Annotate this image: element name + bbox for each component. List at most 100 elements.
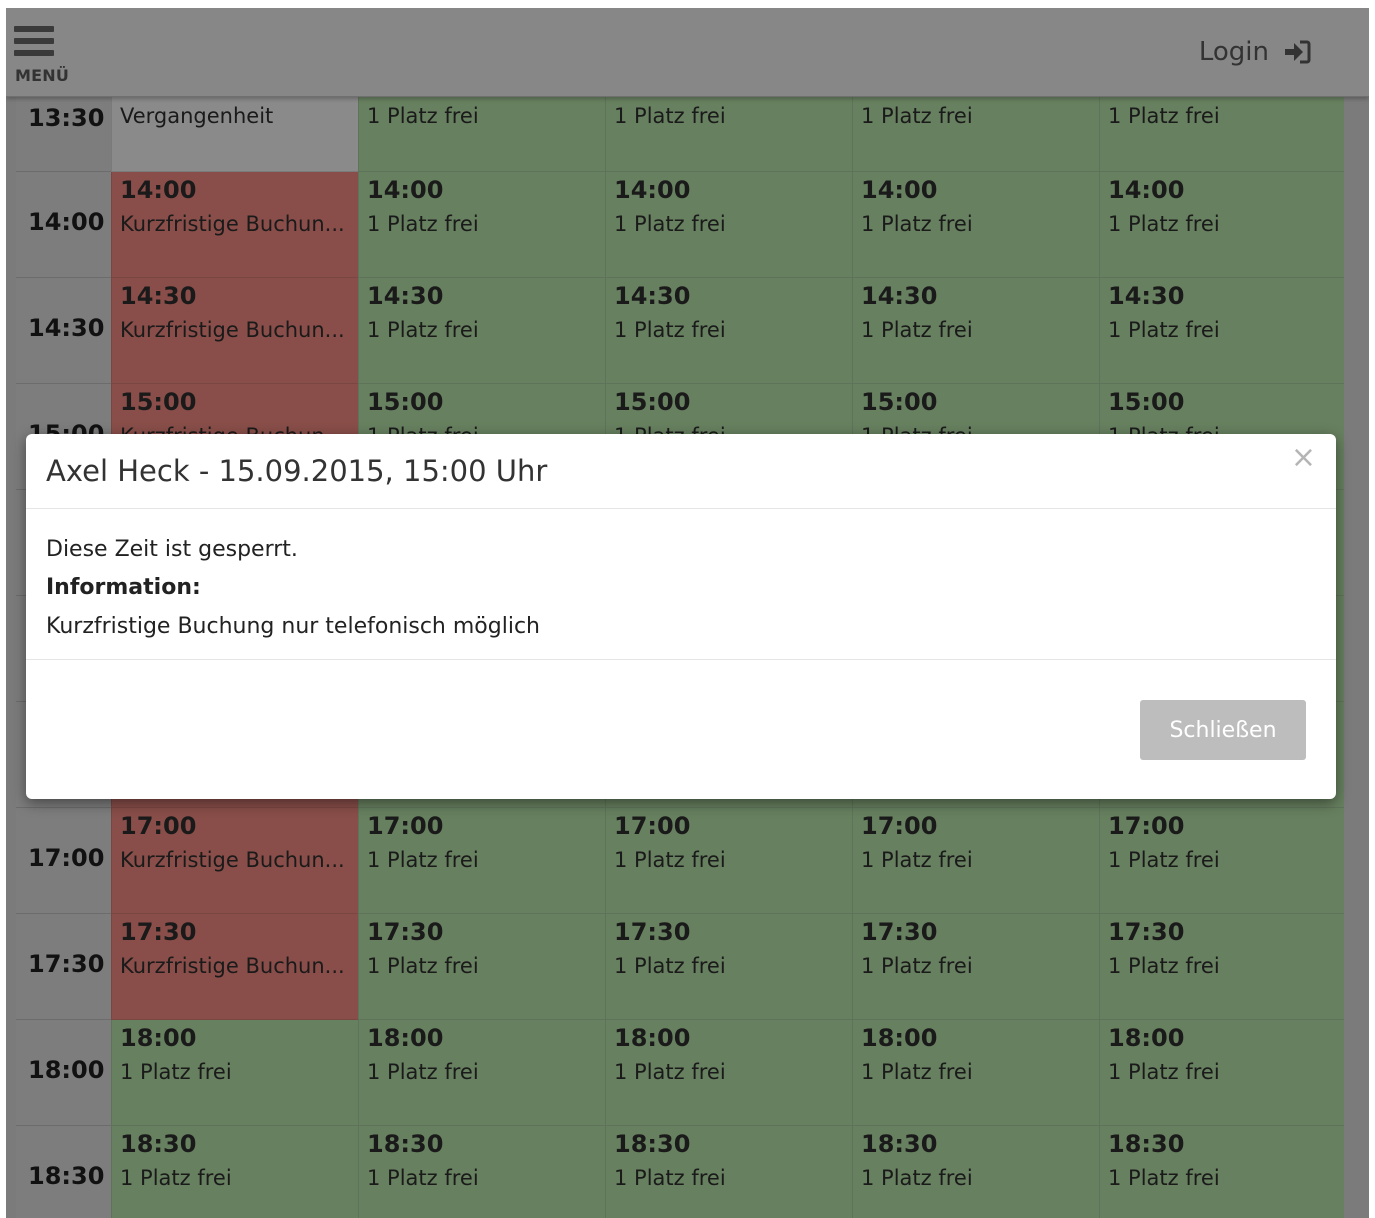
slot-time: 14:30 bbox=[614, 282, 691, 310]
slot-cell-free[interactable]: 17:30 1 Platz frei bbox=[358, 914, 605, 1020]
slot-cell-free[interactable]: 14:30 1 Platz frei bbox=[1099, 278, 1344, 384]
slot-status: 1 Platz frei bbox=[614, 318, 726, 342]
slot-status: Kurzfristige Buchun... bbox=[120, 212, 345, 236]
slot-cell-free[interactable]: 14:00 1 Platz frei bbox=[358, 172, 605, 278]
slot-time: 17:00 bbox=[367, 812, 444, 840]
login-button[interactable]: Login bbox=[1199, 34, 1311, 70]
row-time-label: 18:30 bbox=[16, 1126, 111, 1218]
slot-time: 15:00 bbox=[1108, 388, 1185, 416]
slot-status: 1 Platz frei bbox=[861, 954, 973, 978]
slot-cell-free[interactable]: 18:30 1 Platz frei bbox=[111, 1126, 358, 1218]
slot-cell-blocked[interactable]: 14:30 Kurzfristige Buchun... bbox=[111, 278, 358, 384]
slot-cell-free[interactable]: 14:30 1 Platz frei bbox=[358, 278, 605, 384]
slot-cell-free[interactable]: 1 Platz frei bbox=[605, 96, 852, 172]
slot-cell-free[interactable]: 18:00 1 Platz frei bbox=[1099, 1020, 1344, 1126]
slot-time: 14:30 bbox=[120, 282, 197, 310]
slot-cell-free[interactable]: 14:00 1 Platz frei bbox=[605, 172, 852, 278]
slot-status: 1 Platz frei bbox=[367, 1060, 479, 1084]
slot-cell-free[interactable]: 18:30 1 Platz frei bbox=[1099, 1126, 1344, 1218]
slot-time: 15:00 bbox=[861, 388, 938, 416]
slot-cell-past[interactable]: Vergangenheit bbox=[111, 96, 358, 172]
slot-status: 1 Platz frei bbox=[120, 1166, 232, 1190]
scrollbar-track[interactable] bbox=[1344, 96, 1369, 1218]
info-modal: Axel Heck - 15.09.2015, 15:00 Uhr × Dies… bbox=[26, 434, 1336, 799]
slot-cell-free[interactable]: 18:30 1 Platz frei bbox=[605, 1126, 852, 1218]
slot-cell-free[interactable]: 17:00 1 Platz frei bbox=[358, 808, 605, 914]
slot-time: 17:30 bbox=[367, 918, 444, 946]
slot-status: Kurzfristige Buchun... bbox=[120, 318, 345, 342]
slot-cell-free[interactable]: 18:00 1 Platz frei bbox=[852, 1020, 1099, 1126]
slot-cell-free[interactable]: 14:30 1 Platz frei bbox=[852, 278, 1099, 384]
slot-status: Vergangenheit bbox=[120, 104, 274, 128]
row-time-text: 17:00 bbox=[28, 844, 105, 872]
slot-cell-free[interactable]: 14:00 1 Platz frei bbox=[1099, 172, 1344, 278]
slot-cell-free[interactable]: 17:00 1 Platz frei bbox=[852, 808, 1099, 914]
slot-cell-free[interactable]: 17:30 1 Platz frei bbox=[1099, 914, 1344, 1020]
slot-time: 17:30 bbox=[861, 918, 938, 946]
slot-time: 18:00 bbox=[861, 1024, 938, 1052]
modal-info-label: Information: bbox=[46, 575, 201, 600]
slot-time: 18:30 bbox=[861, 1130, 938, 1158]
slot-status: 1 Platz frei bbox=[367, 104, 479, 128]
slot-cell-free[interactable]: 17:00 1 Platz frei bbox=[605, 808, 852, 914]
slot-time: 14:30 bbox=[861, 282, 938, 310]
slot-cell-free[interactable]: 18:00 1 Platz frei bbox=[111, 1020, 358, 1126]
slot-time: 15:00 bbox=[367, 388, 444, 416]
slot-time: 18:30 bbox=[367, 1130, 444, 1158]
slot-cell-free[interactable]: 1 Platz frei bbox=[852, 96, 1099, 172]
slot-cell-blocked[interactable]: 14:00 Kurzfristige Buchun... bbox=[111, 172, 358, 278]
row-time-text: 14:00 bbox=[28, 208, 105, 236]
row-time-text: 17:30 bbox=[28, 950, 105, 978]
slot-time: 18:00 bbox=[367, 1024, 444, 1052]
slot-cell-free[interactable]: 17:30 1 Platz frei bbox=[605, 914, 852, 1020]
table-row: 18:30 18:30 1 Platz frei 18:30 1 Platz frei 1… bbox=[16, 1126, 1344, 1218]
slot-status: Kurzfristige Buchun... bbox=[120, 848, 345, 872]
slot-time: 18:30 bbox=[614, 1130, 691, 1158]
row-time-text: 13:30 bbox=[28, 104, 105, 132]
slot-cell-free[interactable]: 17:30 1 Platz frei bbox=[852, 914, 1099, 1020]
modal-close-icon[interactable]: × bbox=[1291, 440, 1316, 475]
slot-status: Kurzfristige Buchun... bbox=[120, 954, 345, 978]
slot-status: 1 Platz frei bbox=[1108, 104, 1220, 128]
menu-button[interactable]: MENÜ bbox=[14, 24, 76, 88]
close-button[interactable]: Schließen bbox=[1140, 700, 1306, 760]
slot-cell-free[interactable]: 18:00 1 Platz frei bbox=[358, 1020, 605, 1126]
modal-header: Axel Heck - 15.09.2015, 15:00 Uhr × bbox=[26, 434, 1336, 509]
row-time-text: 14:30 bbox=[28, 314, 105, 342]
slot-cell-free[interactable]: 14:00 1 Platz frei bbox=[852, 172, 1099, 278]
table-row: 14:00 14:00 Kurzfristige Buchun... 14:00 1 P… bbox=[16, 172, 1344, 278]
slot-time: 14:30 bbox=[367, 282, 444, 310]
row-time-label: 18:00 bbox=[16, 1020, 111, 1126]
row-time-label: 17:30 bbox=[16, 914, 111, 1020]
slot-time: 15:00 bbox=[120, 388, 197, 416]
slot-status: 1 Platz frei bbox=[1108, 954, 1220, 978]
slot-cell-free[interactable]: 18:30 1 Platz frei bbox=[852, 1126, 1099, 1218]
top-bar: MENÜ Login bbox=[6, 8, 1369, 97]
slot-status: 1 Platz frei bbox=[367, 318, 479, 342]
row-time-label: 14:30 bbox=[16, 278, 111, 384]
slot-cell-blocked[interactable]: 17:30 Kurzfristige Buchun... bbox=[111, 914, 358, 1020]
row-time-label: 13:30 bbox=[16, 96, 111, 172]
slot-cell-free[interactable]: 18:30 1 Platz frei bbox=[358, 1126, 605, 1218]
slot-time: 14:00 bbox=[367, 176, 444, 204]
hamburger-icon bbox=[14, 24, 54, 60]
slot-status: 1 Platz frei bbox=[367, 954, 479, 978]
slot-cell-free[interactable]: 14:30 1 Platz frei bbox=[605, 278, 852, 384]
slot-status: 1 Platz frei bbox=[1108, 212, 1220, 236]
slot-time: 17:30 bbox=[120, 918, 197, 946]
table-row: 14:30 14:30 Kurzfristige Buchun... 14:30 1 P… bbox=[16, 278, 1344, 384]
slot-status: 1 Platz frei bbox=[120, 1060, 232, 1084]
slot-cell-free[interactable]: 17:00 1 Platz frei bbox=[1099, 808, 1344, 914]
slot-time: 14:00 bbox=[861, 176, 938, 204]
row-time-label: 17:00 bbox=[16, 808, 111, 914]
slot-status: 1 Platz frei bbox=[861, 1166, 973, 1190]
slot-cell-free[interactable]: 1 Platz frei bbox=[1099, 96, 1344, 172]
slot-cell-blocked[interactable]: 17:00 Kurzfristige Buchun... bbox=[111, 808, 358, 914]
slot-time: 15:00 bbox=[614, 388, 691, 416]
slot-time: 17:30 bbox=[614, 918, 691, 946]
slot-status: 1 Platz frei bbox=[861, 212, 973, 236]
slot-time: 17:00 bbox=[614, 812, 691, 840]
slot-time: 14:00 bbox=[120, 176, 197, 204]
slot-cell-free[interactable]: 18:00 1 Platz frei bbox=[605, 1020, 852, 1126]
slot-cell-free[interactable]: 1 Platz frei bbox=[358, 96, 605, 172]
